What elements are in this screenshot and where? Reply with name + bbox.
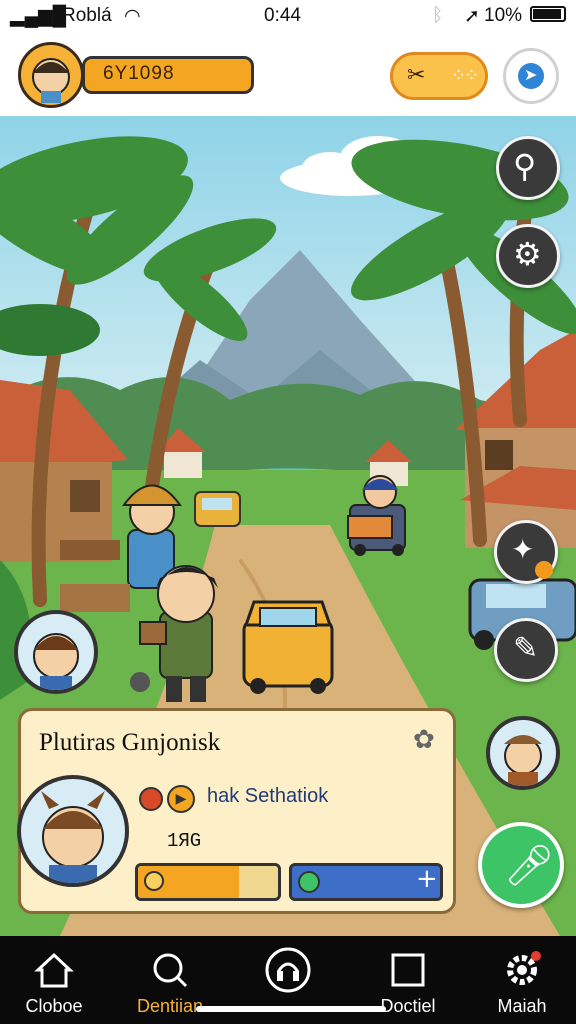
npc-portrait-button[interactable] [14,610,98,694]
carrier-name: Roblá [62,5,112,26]
signal-icon: ▂▄▆█ [10,6,67,27]
tools-icon: ✂ [407,63,426,88]
villager-face-icon [41,791,105,883]
npc-hat-face-icon [504,735,542,786]
nav-item-settings[interactable]: Maiah [474,936,570,1024]
quest-subtitle: hak Sethatiok [207,785,329,807]
boost-button[interactable]: ✦ [494,520,558,584]
home-indicator[interactable] [196,1006,386,1012]
wifi-icon: ◠ [124,6,141,27]
settings-gear-icon: ⚙ [513,235,542,273]
gear-icon [507,951,541,985]
quest-title: Plutiras Gınjonisk [39,729,221,756]
tools-menu-button[interactable]: ✂ ⁘⁘ [390,52,488,100]
nav-item-home[interactable]: Cloboe [6,936,102,1024]
gem-icon [298,871,320,893]
npc-face-icon [33,633,79,690]
clock: 0:44 [264,5,301,26]
battery-percent: 10% [484,5,523,26]
npc-portrait-right[interactable] [486,716,560,790]
player-avatar-button[interactable] [18,42,84,108]
play-icon: ▶ [167,785,195,813]
home-icon [34,952,74,988]
battery-icon [530,6,566,22]
bluetooth-icon: ᛒ [432,5,444,26]
location-arrow-icon: ➤ [518,63,544,89]
currency-value: 6Y1098 [103,63,175,84]
progress-bar [135,863,281,901]
location-button[interactable]: ➤ [503,48,559,104]
menu-dots-icon: ⁘⁘ [451,65,479,86]
close-icon[interactable]: ✿ [413,725,435,755]
magnifier-button[interactable]: ⚲ [496,136,560,200]
quest-card: Plutiras Gınjonisk ✿ ▶ hak Sethatiok 1ЯG… [17,708,456,914]
status-bar: ▂▄▆█ Roblá ◠ 0:44 ᛒ ➚ 10% [0,0,576,34]
map-button[interactable]: ✎ [494,618,558,682]
distant-car [194,491,241,527]
boost-icon: ✦ [511,533,535,566]
microphone-icon: 🎤︎ [504,843,555,889]
square-icon [391,953,425,987]
action-button[interactable]: 🎤︎ [478,822,564,908]
currency-pill[interactable]: 6Y1098 [82,56,254,94]
add-resource-button[interactable]: + [289,863,443,901]
headphones-icon [265,947,311,993]
location-status-icon: ➚ [464,6,480,27]
steps [60,584,130,612]
settings-button[interactable]: ⚙ [496,224,560,288]
map-icon: ✎ [513,631,539,666]
yellow-car [242,600,334,694]
nav-label-settings: Maiah [497,996,547,1016]
player-avatar-icon [32,58,70,103]
nav-label-home: Cloboe [25,996,83,1016]
quest-portrait [17,775,129,887]
plus-icon: + [416,864,438,894]
quest-count: 1ЯG [167,830,202,852]
search-icon [153,953,188,988]
pin-icon [139,787,163,811]
magnifier-icon: ⚲ [513,147,537,185]
top-bar: 6Y1098 ✂ ⁘⁘ ➤ [0,34,576,116]
coin-icon [144,871,164,891]
